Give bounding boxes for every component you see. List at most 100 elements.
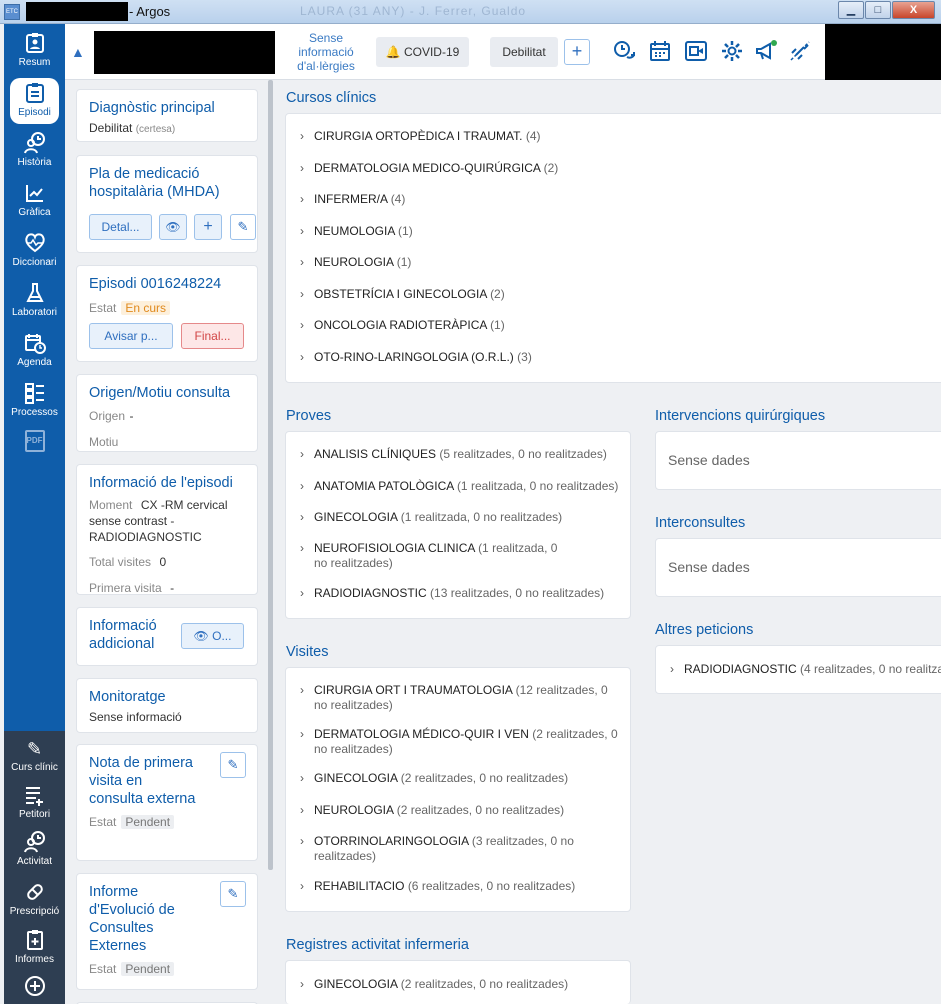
- calendar-icon[interactable]: [647, 39, 673, 65]
- nav-label: Laboratori: [11, 307, 58, 318]
- nav-item-resum[interactable]: Resum: [4, 32, 65, 68]
- list-item[interactable]: › CIRURGIA ORT I TRAUMATOLOGIA (12 realit…: [300, 683, 618, 713]
- list-item[interactable]: › NEUROLOGIA (1): [300, 255, 411, 270]
- item-name: DERMATOLOGIA MÉDICO-QUIR I VEN: [314, 727, 529, 741]
- list-item[interactable]: › ONCOLOGIA RADIOTERÀPICA (1): [300, 318, 505, 333]
- nav-item-agenda[interactable]: Agenda: [4, 332, 65, 368]
- eye-icon: 👁: [165, 220, 181, 234]
- item-name: NEUROLOGIA: [314, 255, 394, 269]
- item-count: (1): [396, 255, 412, 269]
- list-item[interactable]: › OTO-RINO-LARINGOLOGIA (O.R.L.) (3): [300, 350, 532, 365]
- nav-item-petitori[interactable]: Petitori: [4, 784, 65, 820]
- chevron-right-icon: ›: [300, 255, 304, 269]
- altres-panel: › RADIODIAGNOSTIC (4 realitzades, 0 no re…: [655, 645, 941, 694]
- list-item[interactable]: › RADIODIAGNOSTIC (13 realitzades, 0 no r…: [300, 586, 620, 601]
- list-item[interactable]: › GINECOLOGIA (1 realitzada, 0 no realitz…: [300, 510, 620, 525]
- nav-item-historia[interactable]: Història: [4, 132, 65, 168]
- nav-label: Processos: [11, 407, 58, 418]
- list-item[interactable]: › RADIODIAGNOSTIC (4 realitzades, 0 no re…: [670, 662, 941, 677]
- card-title: Episodi 0016248224: [89, 276, 222, 292]
- nav-label: Informes: [15, 954, 54, 965]
- list-item[interactable]: › GINECOLOGIA (2 realitzades, 0 no realit…: [300, 977, 620, 992]
- chevron-right-icon: ›: [300, 803, 304, 817]
- chevron-right-icon: ›: [300, 510, 304, 524]
- nav-item-episodi[interactable]: Episodi: [10, 78, 59, 124]
- close-button[interactable]: X: [892, 1, 935, 19]
- link-off-icon[interactable]: [787, 39, 813, 65]
- nav-item-activitat[interactable]: Activitat: [4, 831, 65, 867]
- chevron-right-icon: ›: [300, 224, 304, 238]
- nav-label: Agenda: [17, 357, 52, 368]
- add-chip-button[interactable]: +: [564, 39, 590, 65]
- list-item[interactable]: › ANATOMIA PATOLÒGICA (1 realitzada, 0 no…: [300, 479, 620, 494]
- card-title: Monitoratge: [89, 689, 166, 705]
- list-item[interactable]: › NEUROFISIOLOGIA CLINICA (1 realitzada, …: [300, 541, 570, 571]
- chevron-right-icon: ›: [300, 834, 304, 848]
- gear-icon[interactable]: [719, 39, 745, 65]
- pencil-icon: ✎: [227, 757, 239, 772]
- list-item[interactable]: › OTORRINOLARINGOLOGIA (3 realitzades, 0 …: [300, 834, 618, 864]
- covid-label: COVID-19: [403, 45, 460, 59]
- chevron-right-icon: ›: [670, 662, 674, 676]
- mhda-detail-button[interactable]: Detal...: [89, 214, 152, 240]
- nav-item-grafica[interactable]: Gràfica: [4, 182, 65, 218]
- view-extra-button[interactable]: 👁 O...: [181, 623, 244, 649]
- nav-item-add[interactable]: [4, 975, 65, 1000]
- nav-item-curs-clinic[interactable]: ✎ Curs clínic: [4, 737, 65, 773]
- first-visit-label: Primera visita: [89, 581, 162, 595]
- nav-label: Curs clínic: [11, 762, 58, 773]
- refresh-clock-icon[interactable]: [611, 39, 637, 65]
- minimize-button[interactable]: ▁: [838, 1, 864, 19]
- list-item[interactable]: › OBSTETRÍCIA I GINECOLOGIA (2): [300, 287, 505, 302]
- warning-icon[interactable]: ▲: [71, 44, 87, 60]
- process-icon: [23, 382, 47, 406]
- nav-item-pdf[interactable]: PDF: [4, 430, 65, 453]
- redacted-block: [825, 24, 941, 80]
- diagnosis-chip[interactable]: Debilitat: [490, 37, 558, 67]
- card-diagnostic[interactable]: Diagnòstic principal Debilitat (certesa): [76, 89, 258, 142]
- status-badge: Pendent: [121, 962, 175, 976]
- notify-button[interactable]: Avisar p...: [89, 323, 173, 349]
- list-item[interactable]: › DERMATOLOGIA MÉDICO-QUIR I VEN (2 reali…: [300, 727, 618, 757]
- list-item[interactable]: › INFERMER/A (4): [300, 192, 405, 207]
- nav-item-processos[interactable]: Processos: [4, 382, 65, 418]
- card-first-visit-note[interactable]: Nota de primera visita en consulta exter…: [76, 744, 258, 861]
- user-card-icon: [23, 32, 47, 56]
- item-name: CIRURGIA ORT I TRAUMATOLOGIA: [314, 683, 513, 697]
- chevron-right-icon: ›: [300, 129, 304, 143]
- allergy-info[interactable]: Sense informació d'al·lèrgies: [295, 31, 357, 73]
- card-evolution-report[interactable]: Informe d'Evolució de Consultes Externes…: [76, 873, 258, 990]
- maximize-button[interactable]: □: [865, 1, 891, 19]
- list-item[interactable]: › NEUROLOGIA (2 realitzades, 0 no realitz…: [300, 803, 618, 818]
- left-column-scrollbar[interactable]: [268, 80, 273, 870]
- view-button[interactable]: 👁: [159, 214, 187, 240]
- covid-badge[interactable]: 🔔 COVID-19: [376, 37, 469, 67]
- list-item[interactable]: › CIRURGIA ORTOPÈDICA I TRAUMAT. (4): [300, 129, 541, 144]
- add-button[interactable]: +: [194, 214, 222, 240]
- item-name: NEUROFISIOLOGIA CLINICA: [314, 541, 475, 555]
- reason-label: Motiu: [89, 435, 119, 449]
- card-mhda: Pla de medicació hospitalària (MHDA) Det…: [76, 155, 258, 253]
- edit-report-button[interactable]: ✎: [220, 881, 246, 907]
- list-item[interactable]: › ANALISIS CLÍNIQUES (5 realitzades, 0 no…: [300, 447, 620, 462]
- item-name: OTO-RINO-LARINGOLOGIA (O.R.L.): [314, 350, 514, 364]
- finalize-button[interactable]: Final...: [181, 323, 244, 349]
- item-name: ONCOLOGIA RADIOTERÀPICA: [314, 318, 487, 332]
- video-call-icon[interactable]: [683, 39, 709, 65]
- nav-label: Història: [17, 157, 52, 168]
- edit-note-button[interactable]: ✎: [220, 752, 246, 778]
- nav-item-laboratori[interactable]: Laboratori: [4, 282, 65, 318]
- megaphone-icon[interactable]: [753, 39, 779, 65]
- nav-item-prescripcio[interactable]: Prescripció: [4, 881, 65, 917]
- chevron-right-icon: ›: [300, 879, 304, 893]
- list-item[interactable]: › REHABILITACIO (6 realitzades, 0 no real…: [300, 879, 618, 894]
- edit-button[interactable]: ✎: [230, 214, 256, 240]
- list-item[interactable]: › GINECOLOGIA (2 realitzades, 0 no realit…: [300, 771, 618, 786]
- nav-item-diccionari[interactable]: Diccionari: [4, 232, 65, 268]
- list-item[interactable]: › DERMATOLOGIA MEDICO-QUIRÚRGICA (2): [300, 161, 558, 176]
- item-count: (4): [390, 192, 406, 206]
- list-item[interactable]: › NEUMOLOGIA (1): [300, 224, 413, 239]
- card-monitoring[interactable]: Monitoratge Sense informació: [76, 678, 258, 733]
- nav-item-informes[interactable]: Informes: [4, 929, 65, 965]
- window-titlebar: ETC - Argos LAURA (31 ANY) - J. Ferrer, …: [0, 0, 941, 24]
